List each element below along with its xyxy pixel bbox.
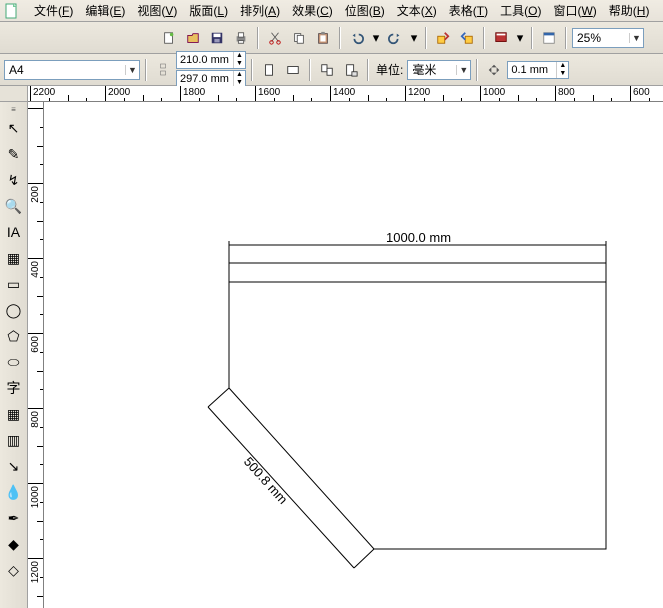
allpages-button[interactable] <box>316 59 338 81</box>
polygon-tool[interactable]: ⬠ <box>2 324 26 348</box>
fill-tool[interactable]: ◆ <box>2 532 26 556</box>
currentpage-button[interactable] <box>340 59 362 81</box>
separator <box>476 59 478 81</box>
redo-drop[interactable]: ▾ <box>408 27 420 49</box>
menu-w[interactable]: 窗口(W) <box>547 2 602 20</box>
chevron-down-icon[interactable]: ▼ <box>456 65 470 75</box>
menu-o[interactable]: 工具(O) <box>494 2 547 20</box>
copy-button[interactable] <box>288 27 310 49</box>
freehand-tool[interactable]: IA <box>2 220 26 244</box>
nudge-icon <box>483 59 505 81</box>
print-button[interactable] <box>230 27 252 49</box>
zoom-tool[interactable]: 🔍 <box>2 194 26 218</box>
up-arrow-icon[interactable]: ▲ <box>233 71 245 79</box>
open-button[interactable] <box>182 27 204 49</box>
separator <box>367 59 369 81</box>
cut-button[interactable] <box>264 27 286 49</box>
toolbox: ≡ ↖ ✎ ↯ 🔍 IA ▦ ▭ ◯ ⬠ ⬭ 字 ▦ ▥ ↘ 💧 ✒ ◆ ◇ <box>0 102 28 608</box>
nudge-spinner[interactable]: ▲▼ <box>507 61 569 79</box>
table-tool[interactable]: ▦ <box>2 402 26 426</box>
menu-x[interactable]: 文本(X) <box>391 2 443 20</box>
save-button[interactable] <box>206 27 228 49</box>
menu-e[interactable]: 编辑(E) <box>79 2 131 20</box>
separator <box>257 27 259 49</box>
shape-tool[interactable]: ✎ <box>2 142 26 166</box>
redo-button[interactable] <box>384 27 406 49</box>
horizontal-ruler[interactable]: 2200200018001600140012001000800600 <box>28 86 663 102</box>
outline-tool[interactable]: ✒ <box>2 506 26 530</box>
rectangle-tool[interactable]: ▭ <box>2 272 26 296</box>
up-arrow-icon[interactable]: ▲ <box>556 62 568 70</box>
separator <box>483 27 485 49</box>
dimension-top-label: 1000.0 mm <box>386 230 451 245</box>
page-width-spinner[interactable]: ▲▼ <box>176 51 246 69</box>
down-arrow-icon[interactable]: ▼ <box>233 60 245 68</box>
page-size-input[interactable] <box>5 63 125 77</box>
menu-b[interactable]: 位图(B) <box>339 2 391 20</box>
app-document-icon <box>4 3 20 19</box>
standard-toolbar: ▾ ▾ ▾ ▼ <box>0 22 663 54</box>
dimension-tool[interactable]: ▥ <box>2 428 26 452</box>
zoom-combo[interactable]: ▼ <box>572 28 644 48</box>
separator <box>425 27 427 49</box>
vertical-ruler[interactable]: 20040060080010001200 <box>28 102 44 608</box>
menu-c[interactable]: 效果(C) <box>286 2 339 20</box>
pick-tool[interactable]: ↖ <box>2 116 26 140</box>
separator <box>251 59 253 81</box>
welcome-button[interactable] <box>538 27 560 49</box>
paste-button[interactable] <box>312 27 334 49</box>
menu-f[interactable]: 文件(F) <box>28 2 79 20</box>
new-button[interactable] <box>158 27 180 49</box>
chevron-down-icon[interactable]: ▼ <box>629 33 643 43</box>
units-combo[interactable]: ▼ <box>407 60 471 80</box>
separator <box>145 59 147 81</box>
separator <box>565 27 567 49</box>
undo-button[interactable] <box>346 27 368 49</box>
page-dim-icon <box>152 56 174 84</box>
export-button[interactable] <box>456 27 478 49</box>
menu-a[interactable]: 排列(A) <box>234 2 286 20</box>
portrait-button[interactable] <box>258 59 280 81</box>
undo-drop[interactable]: ▾ <box>370 27 382 49</box>
units-input[interactable] <box>408 63 456 77</box>
smartfill-tool[interactable]: ▦ <box>2 246 26 270</box>
workspace: 2200200018001600140012001000800600 ≡ ↖ ✎… <box>0 86 663 608</box>
chevron-down-icon[interactable]: ▼ <box>125 65 139 75</box>
nudge-input[interactable] <box>508 64 556 76</box>
basicshapes-tool[interactable]: ⬭ <box>2 350 26 374</box>
connector-tool[interactable]: ↘ <box>2 454 26 478</box>
page-size-combo[interactable]: ▼ <box>4 60 140 80</box>
toolbox-flyout-icon[interactable]: ≡ <box>2 104 26 114</box>
landscape-button[interactable] <box>282 59 304 81</box>
crop-tool[interactable]: ↯ <box>2 168 26 192</box>
page-height-input[interactable] <box>177 73 233 85</box>
app-launcher-button[interactable] <box>490 27 512 49</box>
menu-bar: 文件(F)编辑(E)视图(V)版面(L)排列(A)效果(C)位图(B)文本(X)… <box>0 0 663 22</box>
down-arrow-icon[interactable]: ▼ <box>556 70 568 78</box>
menu-t[interactable]: 表格(T) <box>443 2 494 20</box>
eyedropper-tool[interactable]: 💧 <box>2 480 26 504</box>
up-arrow-icon[interactable]: ▲ <box>233 52 245 60</box>
separator <box>531 27 533 49</box>
property-bar: ▼ ▲▼ ▲▼ 单位: ▼ ▲▼ <box>0 54 663 86</box>
ruler-corner <box>0 86 28 102</box>
separator <box>339 27 341 49</box>
app-launcher-drop[interactable]: ▾ <box>514 27 526 49</box>
ellipse-tool[interactable]: ◯ <box>2 298 26 322</box>
units-label: 单位: <box>374 61 405 78</box>
page-width-input[interactable] <box>177 54 233 66</box>
interactivefill-tool[interactable]: ◇ <box>2 558 26 582</box>
text-tool[interactable]: 字 <box>2 376 26 400</box>
import-button[interactable] <box>432 27 454 49</box>
menu-h[interactable]: 帮助(H) <box>603 2 656 20</box>
menu-v[interactable]: 视图(V) <box>131 2 183 20</box>
drawing-shapes <box>44 102 663 608</box>
zoom-input[interactable] <box>573 31 629 45</box>
menu-l[interactable]: 版面(L) <box>183 2 234 20</box>
drawing-canvas[interactable]: 1000.0 mm 500.8 mm <box>44 102 663 608</box>
separator <box>309 59 311 81</box>
